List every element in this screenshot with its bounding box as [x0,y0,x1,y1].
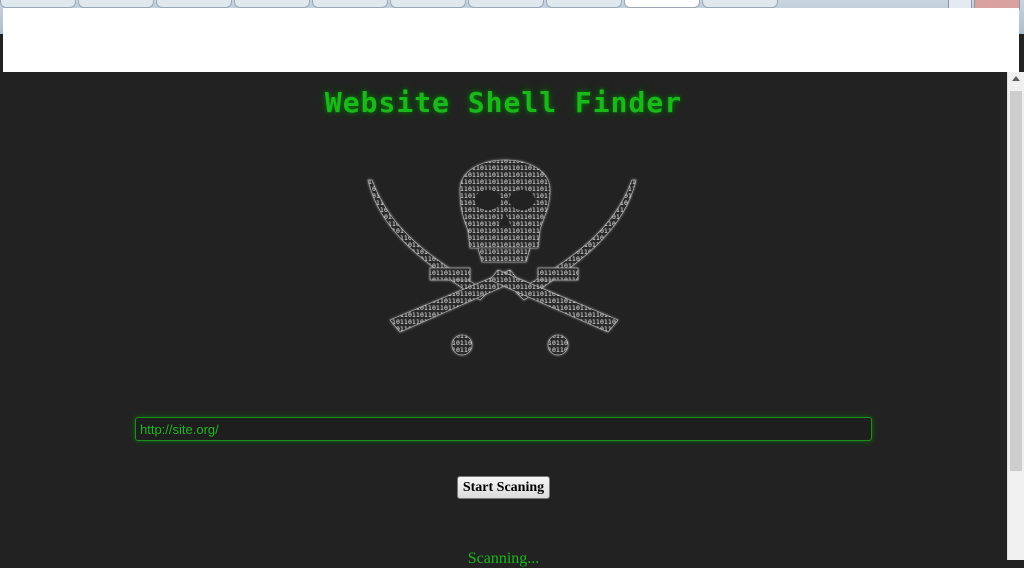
scroll-thumb[interactable] [1010,91,1022,471]
scroll-up-icon[interactable] [1012,76,1020,81]
tab-strip [0,0,920,8]
browser-tab-active[interactable] [624,0,700,8]
browser-tab[interactable] [702,0,778,8]
browser-toolbar-area [3,8,1019,72]
browser-tab[interactable] [390,0,466,8]
page-content: Website Shell Finder 0110 [0,72,1007,567]
page-title: Website Shell Finder [324,86,683,119]
scan-status-text: Scanning... [467,550,540,567]
browser-tab[interactable] [156,0,232,8]
browser-tab[interactable] [78,0,154,8]
url-input[interactable] [135,417,872,441]
vertical-scrollbar[interactable] [1007,72,1024,560]
browser-tab[interactable] [312,0,388,8]
start-scanning-button[interactable]: Start Scaning [457,476,550,499]
skull-and-crossed-swords-icon: 0110 [367,159,637,356]
browser-tab[interactable] [468,0,544,8]
browser-tab[interactable] [546,0,622,8]
browser-tab[interactable] [0,0,76,8]
browser-tab[interactable] [234,0,310,8]
